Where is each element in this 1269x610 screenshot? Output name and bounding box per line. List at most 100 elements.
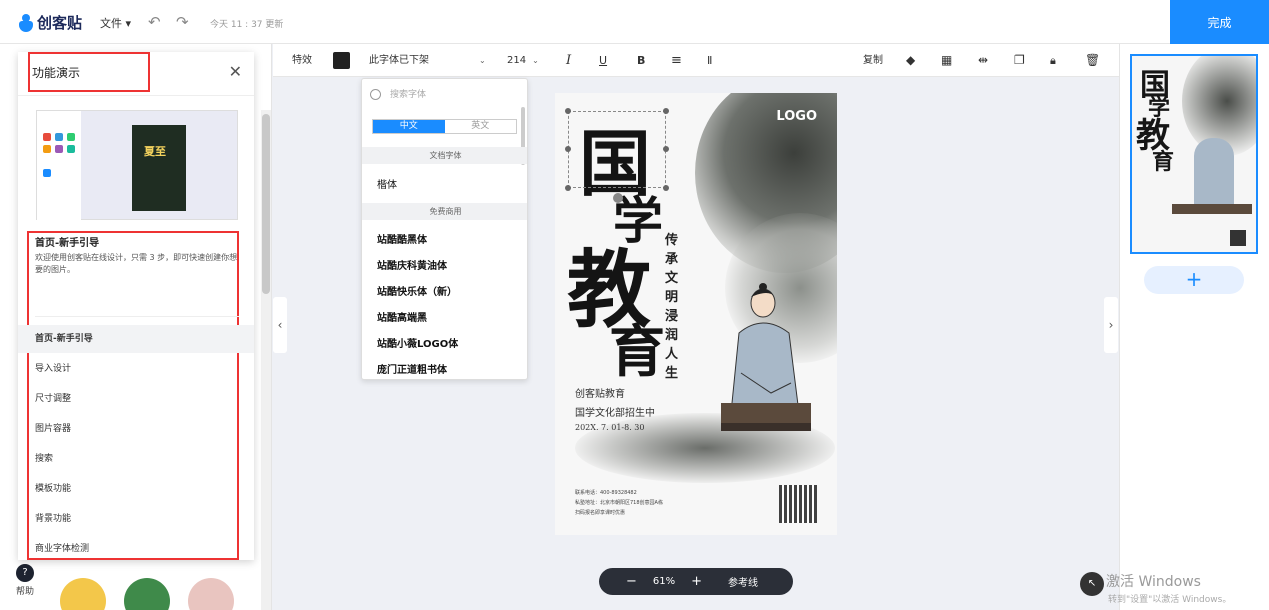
italic-button[interactable]: I	[566, 44, 571, 77]
tab-chinese[interactable]: 中文	[373, 120, 445, 133]
chevron-down-icon: ⌄	[532, 56, 539, 65]
thumb-char: 育	[1152, 149, 1175, 175]
poster-contact-2[interactable]: 私塾地址：北京市朝阳区718创意园A栋	[575, 499, 755, 508]
bold-button[interactable]: B	[637, 44, 645, 77]
align-icon[interactable]: ≡	[671, 44, 682, 77]
brand-logo[interactable]: 创客贴	[18, 12, 82, 33]
left-scroll-thumb[interactable]	[262, 114, 270, 294]
trash-icon[interactable]: 🗑︎	[1085, 44, 1100, 77]
activation-title: 激活 Windows	[1106, 574, 1201, 590]
done-button[interactable]: 完成	[1170, 0, 1269, 44]
windows-activation: ↖ 激活 Windows 转到"设置"以激活 Windows。	[1080, 570, 1260, 608]
section-free-fonts: 免费商用	[362, 203, 527, 220]
poster-logo[interactable]: LOGO	[776, 109, 817, 124]
font-language-tabs: 中文 英文	[372, 119, 517, 134]
poster-vertical-text[interactable]: 传承文明浸润人生	[665, 231, 683, 383]
lock-icon[interactable]: 🔒︎	[1050, 44, 1056, 77]
guide-title: 功能演示	[32, 66, 81, 80]
file-menu-label: 文件	[100, 17, 122, 30]
guide-list-item[interactable]: 图片容器	[18, 415, 254, 443]
collapse-right-icon[interactable]: ›	[1104, 297, 1118, 353]
feature-demo-panel: 功能演示 ✕ 夏至 首页-新手引导 欢迎使用创客贴在线设计，只需 3 步，即可快…	[18, 52, 254, 560]
resize-handle[interactable]	[565, 185, 571, 191]
poster-line-2[interactable]: 国学文化部招生中	[575, 404, 655, 419]
font-search-input[interactable]: 搜索字体	[370, 86, 520, 104]
undo-icon[interactable]: ↶	[148, 13, 161, 31]
guide-list-item[interactable]: 尺寸调整	[18, 385, 254, 413]
search-icon	[370, 89, 381, 100]
resize-handle[interactable]	[565, 146, 571, 152]
poster-contact-1[interactable]: 联系电话：400-89328482	[575, 489, 755, 498]
guide-list-item[interactable]: 商业字体检测	[18, 535, 254, 563]
guides-button[interactable]: 参考线	[728, 574, 758, 589]
group-icon[interactable]: ❐	[1014, 44, 1025, 77]
copy-button[interactable]: 复制	[863, 44, 883, 77]
effects-button[interactable]: 特效	[292, 44, 312, 77]
transparency-icon[interactable]: ▦	[941, 44, 952, 77]
resize-handle[interactable]	[663, 185, 669, 191]
font-dropdown: 搜索字体 中文 英文 文档字体 楷体 免费商用 站酷酷黑体 站酷庆科黄油体 站酷快乐…	[361, 78, 528, 380]
text-toolbar: 特效 此字体已下架 ⌄ 214 ⌄ I U B ≡ Ⅱ 复制 ◆ ▦ ⇹ ❐ 🔒︎ …	[273, 44, 1119, 77]
font-family-select[interactable]: 此字体已下架 ⌄	[369, 44, 486, 77]
sticker-plant[interactable]	[124, 578, 170, 610]
font-option[interactable]: 庞门正道粗书体	[377, 361, 447, 376]
font-option[interactable]: 楷体	[377, 176, 397, 191]
arrow-up-left-icon[interactable]: ↖	[1080, 572, 1104, 596]
font-option[interactable]: 站酷快乐体（新）	[377, 283, 457, 298]
layers-icon[interactable]: ◆	[906, 44, 915, 77]
guide-list-item[interactable]: 导入设计	[18, 355, 254, 383]
poster-contact-3[interactable]: 扫码报名即享课时优惠	[575, 509, 755, 518]
save-status: 今天 11 : 37 更新	[210, 20, 284, 30]
collapse-left-icon[interactable]: ‹	[273, 297, 287, 353]
guide-separator	[35, 316, 239, 317]
zoom-in-button[interactable]: +	[691, 574, 702, 589]
guide-preview-image: 夏至	[36, 110, 238, 221]
sticker-coin[interactable]	[60, 578, 106, 610]
brand-name: 创客贴	[37, 14, 83, 32]
font-option[interactable]: 站酷庆科黄油体	[377, 257, 447, 272]
guide-list-item[interactable]: 搜索	[18, 445, 254, 473]
sticker-row	[60, 578, 234, 610]
preview-poster-text: 夏至	[144, 145, 166, 158]
sticker-cat[interactable]	[188, 578, 234, 610]
font-option[interactable]: 站酷小薇LOGO体	[377, 335, 458, 350]
caret-down-icon: ▾	[125, 17, 132, 30]
file-menu[interactable]: 文件 ▾	[100, 15, 131, 31]
guide-list-item[interactable]: 背景功能	[18, 505, 254, 533]
close-icon[interactable]: ✕	[229, 62, 242, 81]
activation-subtitle: 转到"设置"以激活 Windows。	[1108, 595, 1232, 605]
zoom-out-button[interactable]: −	[626, 574, 637, 589]
help-label: 帮助	[16, 587, 35, 597]
help-button[interactable]: ? 帮助	[16, 564, 34, 597]
tab-english[interactable]: 英文	[445, 120, 517, 133]
scholar-illustration	[721, 283, 811, 443]
text-color-swatch[interactable]	[333, 52, 350, 69]
resize-handle[interactable]	[663, 108, 669, 114]
qr-code[interactable]	[779, 485, 817, 523]
poster-line-1[interactable]: 创客贴教育	[575, 385, 625, 400]
text-spacing-icon[interactable]: Ⅱ	[707, 44, 712, 77]
font-size-value: 214	[507, 55, 527, 66]
resize-handle[interactable]	[663, 146, 669, 152]
underline-button[interactable]: U	[599, 44, 607, 77]
flip-icon[interactable]: ⇹	[978, 44, 988, 77]
resize-handle[interactable]	[565, 108, 571, 114]
guide-heading: 首页-新手引导	[35, 238, 100, 249]
poster-char-yu[interactable]: 育	[609, 307, 665, 388]
preview-poster: 夏至	[132, 125, 186, 211]
font-option[interactable]: 站酷高端黑	[377, 309, 427, 324]
selection-box[interactable]	[565, 108, 669, 203]
font-family-value: 此字体已下架	[369, 55, 429, 66]
guide-list-item[interactable]: 首页-新手引导	[18, 325, 254, 353]
guide-list-item[interactable]: 模板功能	[18, 475, 254, 503]
add-page-button[interactable]: +	[1144, 266, 1244, 294]
logo-icon	[18, 13, 34, 32]
font-size-select[interactable]: 214 ⌄	[507, 44, 539, 77]
page-thumbnail[interactable]: 国 学 教 育	[1130, 54, 1258, 254]
zoom-value[interactable]: 61%	[653, 576, 675, 587]
rotate-handle[interactable]	[613, 193, 623, 203]
redo-icon[interactable]: ↷	[176, 13, 189, 31]
left-scrollbar[interactable]	[261, 110, 271, 610]
font-option[interactable]: 站酷酷黑体	[377, 231, 427, 246]
poster-line-3[interactable]: 202X. 7. 01-8. 30	[575, 423, 644, 432]
